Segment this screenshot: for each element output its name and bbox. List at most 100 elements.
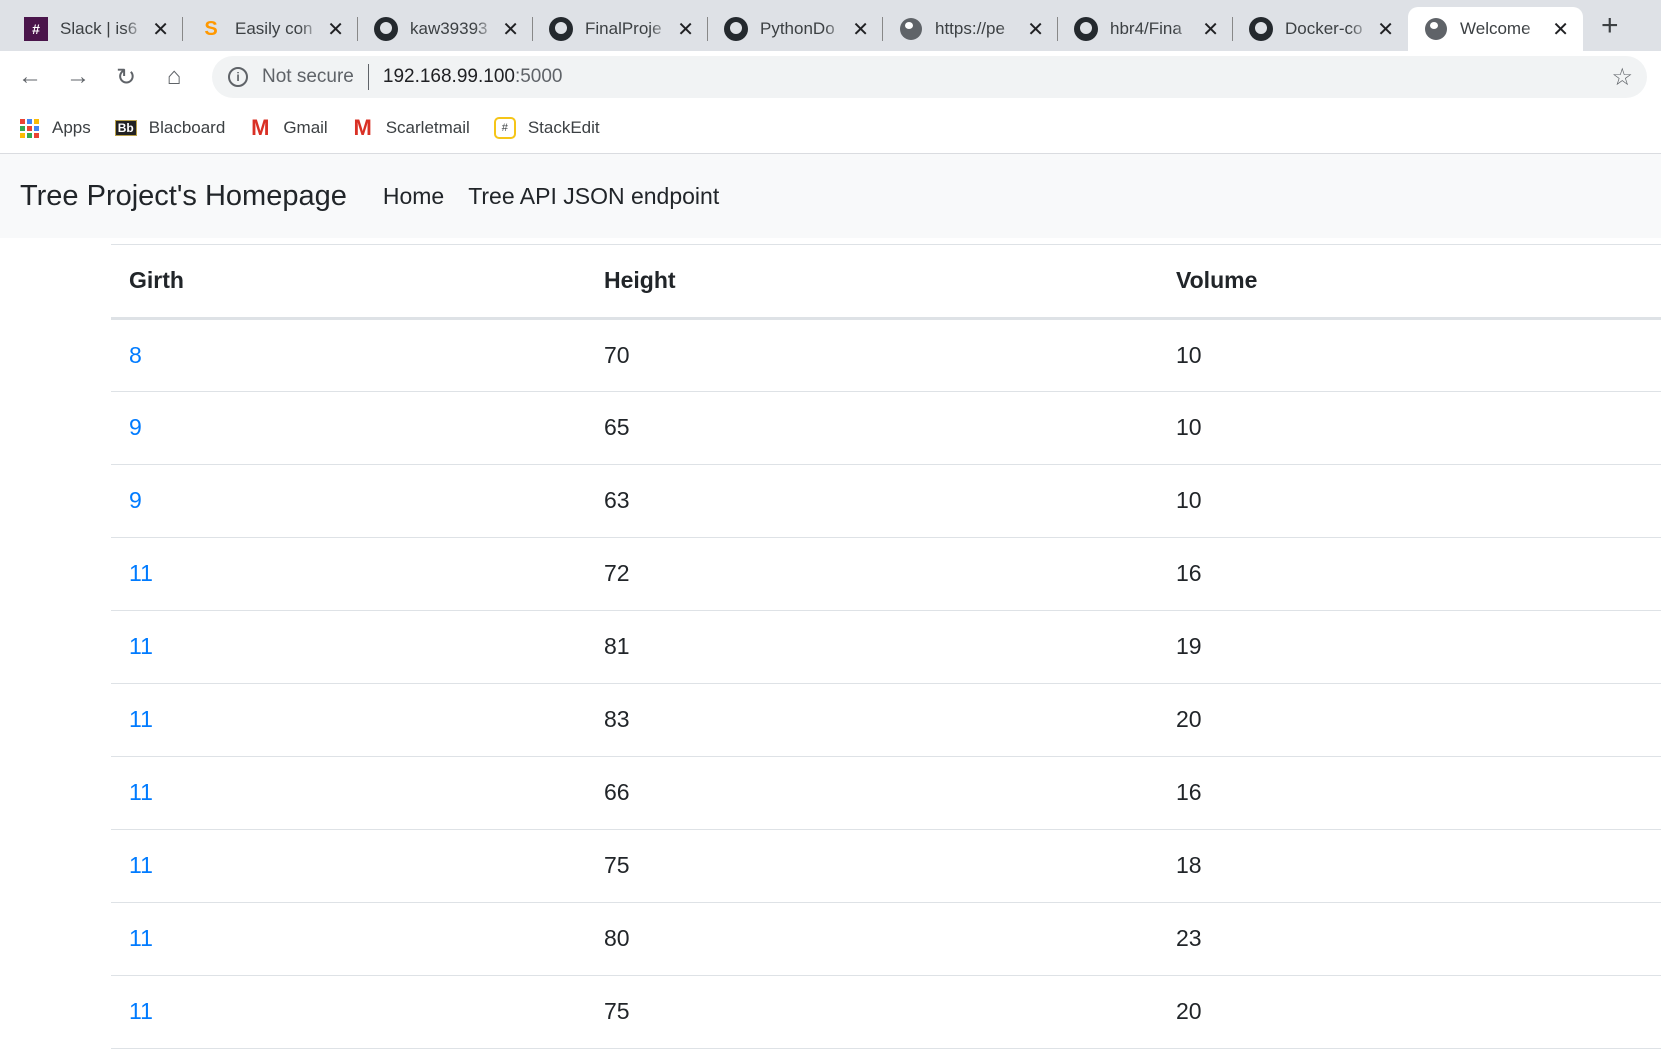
bookmark-label: Scarletmail (385, 118, 470, 137)
table-row: 9 63 10 (111, 464, 1661, 538)
url-text[interactable]: 192.168.99.100:5000 (383, 66, 1612, 88)
bookmark-label: Gmail (283, 118, 328, 137)
close-tab-icon[interactable]: ✕ (502, 17, 519, 42)
bookmark-star-icon[interactable]: ☆ (1611, 63, 1633, 92)
table-row: 9 65 10 (111, 391, 1661, 465)
volume-cell: 10 (1158, 318, 1661, 392)
close-tab-icon[interactable]: ✕ (327, 17, 344, 42)
girth-link[interactable]: 9 (129, 487, 142, 513)
girth-cell: 11 (111, 902, 586, 976)
tab[interactable]: hbr4/Fina ✕ (1058, 7, 1233, 51)
tab[interactable]: FinalProje ✕ (533, 7, 708, 51)
bookmark-stackedit[interactable]: # StackEdit (493, 117, 600, 139)
back-button[interactable]: ← (14, 61, 46, 93)
divider (367, 64, 369, 90)
bookmark-gmail[interactable]: M Gmail (249, 115, 328, 140)
tab[interactable]: # Slack | is6 ✕ (8, 7, 183, 51)
tab-strip: # Slack | is6 ✕ S Easily con ✕ kaw39393 ✕ FinalP… (0, 0, 1661, 51)
header-volume: Volume (1158, 245, 1661, 320)
girth-cell: 11 (111, 537, 586, 611)
github-icon (1249, 17, 1273, 41)
security-label: Not secure (262, 66, 354, 87)
girth-cell: 11 (111, 756, 586, 830)
close-tab-icon[interactable]: ✕ (677, 17, 694, 42)
girth-link[interactable]: 11 (129, 560, 153, 586)
apps-grid-icon (18, 117, 40, 139)
girth-cell: 11 (111, 975, 586, 1049)
height-cell: 70 (586, 318, 1158, 392)
table-row: 11 72 16 (111, 537, 1661, 611)
blackboard-icon: Bb (114, 120, 137, 136)
girth-link[interactable]: 11 (129, 706, 153, 732)
url-port: :5000 (514, 66, 563, 87)
close-tab-icon[interactable]: ✕ (1377, 17, 1394, 42)
volume-cell: 16 (1158, 537, 1661, 611)
browser-toolbar: ← → ↻ ⌂ i Not secure 192.168.99.100:5000… (0, 51, 1661, 103)
height-cell: 65 (586, 391, 1158, 465)
volume-cell: 19 (1158, 610, 1661, 684)
girth-link[interactable]: 11 (129, 779, 153, 805)
close-tab-icon[interactable]: ✕ (152, 17, 169, 42)
height-cell: 83 (586, 683, 1158, 757)
new-tab-button[interactable]: + (1583, 7, 1637, 51)
globe-icon (899, 17, 923, 41)
close-tab-icon[interactable]: ✕ (1027, 17, 1044, 42)
tab[interactable]: Docker-co ✕ (1233, 7, 1408, 51)
slack-icon: # (24, 17, 48, 41)
header-girth: Girth (111, 245, 586, 320)
height-cell: 66 (586, 756, 1158, 830)
tab-title: FinalProje (585, 19, 662, 38)
close-tab-icon[interactable]: ✕ (1552, 17, 1569, 42)
github-icon (549, 17, 573, 41)
tab[interactable]: kaw39393 ✕ (358, 7, 533, 51)
table-row: 11 66 16 (111, 756, 1661, 830)
tab-title: kaw39393 (410, 19, 488, 38)
tab[interactable]: Welcome ✕ (1408, 7, 1583, 51)
bookmark-label: StackEdit (527, 118, 600, 137)
site-navbar: Tree Project's Homepage Home Tree API JS… (0, 154, 1661, 238)
nav-api-link[interactable]: Tree API JSON endpoint (468, 183, 719, 210)
bookmark-apps[interactable]: Apps (18, 117, 91, 139)
bookmark-blackboard[interactable]: Bb Blacboard (114, 118, 226, 138)
bookmark-label: Apps (52, 118, 91, 137)
tab-title: PythonDo (760, 19, 835, 38)
home-button[interactable]: ⌂ (158, 61, 190, 93)
stackedit-icon: # (493, 117, 516, 139)
reload-button[interactable]: ↻ (110, 61, 142, 93)
close-tab-icon[interactable]: ✕ (1202, 17, 1219, 42)
nav-home-link[interactable]: Home (383, 183, 444, 210)
forward-button[interactable]: → (62, 61, 94, 93)
height-cell: 72 (586, 537, 1158, 611)
girth-link[interactable]: 11 (129, 925, 153, 951)
trees-table-container: Girth Height Volume 8 70 10 9 65 10 9 63 10 11 72 1… (111, 244, 1661, 1049)
tab[interactable]: PythonDo ✕ (708, 7, 883, 51)
girth-cell: 11 (111, 683, 586, 757)
girth-link[interactable]: 8 (129, 342, 142, 368)
tab-title: Docker-co (1285, 19, 1363, 38)
girth-cell: 11 (111, 610, 586, 684)
close-tab-icon[interactable]: ✕ (852, 17, 869, 42)
bookmark-label: Blacboard (148, 118, 226, 137)
info-icon[interactable]: i (228, 67, 248, 87)
girth-link[interactable]: 11 (129, 852, 153, 878)
github-icon (724, 17, 748, 41)
tab-title: Slack | is6 (60, 19, 138, 38)
height-cell: 63 (586, 464, 1158, 538)
navbar-brand[interactable]: Tree Project's Homepage (20, 180, 347, 213)
height-cell: 80 (586, 902, 1158, 976)
girth-link[interactable]: 11 (129, 633, 153, 659)
address-bar[interactable]: i Not secure 192.168.99.100:5000 ☆ (212, 56, 1647, 98)
table-row: 11 81 19 (111, 610, 1661, 684)
tab-title: Welcome (1460, 19, 1531, 38)
height-cell: 75 (586, 829, 1158, 903)
girth-link[interactable]: 11 (129, 998, 153, 1024)
table-row: 11 83 20 (111, 683, 1661, 757)
tab[interactable]: S Easily con ✕ (183, 7, 358, 51)
globe-icon (1424, 17, 1448, 41)
bookmark-scarletmail[interactable]: M Scarletmail (352, 115, 470, 140)
gmail-icon: M (251, 115, 270, 140)
github-icon (1074, 17, 1098, 41)
tab[interactable]: https://pe ✕ (883, 7, 1058, 51)
girth-link[interactable]: 9 (129, 414, 142, 440)
volume-cell: 10 (1158, 391, 1661, 465)
